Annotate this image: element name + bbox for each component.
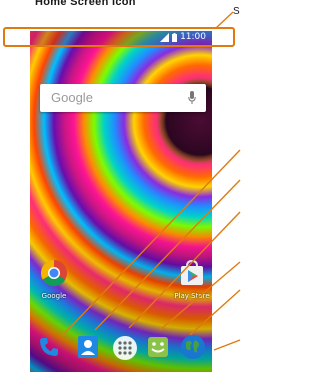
mic-icon[interactable]	[188, 91, 196, 104]
callout-label: S	[233, 6, 240, 17]
status-bar-callout-frame	[3, 27, 235, 47]
app-label: Google	[41, 292, 67, 300]
dock-app-drawer[interactable]	[112, 335, 138, 365]
browser-icon	[181, 335, 205, 359]
play-store-icon	[181, 259, 203, 285]
app-play-store[interactable]: Play Store	[172, 259, 212, 300]
document-title: Home Screen Icon	[35, 0, 136, 8]
app-drawer-icon	[113, 336, 137, 360]
contacts-icon	[78, 336, 98, 358]
app-google[interactable]: Google	[36, 259, 72, 300]
app-label: Play Store	[174, 292, 210, 300]
google-chrome-icon	[40, 259, 67, 287]
search-label: Google	[51, 90, 93, 105]
dock-messaging[interactable]	[147, 336, 169, 362]
dock-contacts[interactable]	[77, 335, 99, 363]
google-search-bar[interactable]: Google	[40, 84, 206, 112]
dock-phone[interactable]	[38, 336, 60, 362]
phone-icon	[40, 338, 58, 356]
messaging-icon	[148, 337, 168, 357]
phone-screen: 11:00 Google Google Play Store	[30, 31, 212, 372]
dock-browser[interactable]	[180, 334, 206, 364]
